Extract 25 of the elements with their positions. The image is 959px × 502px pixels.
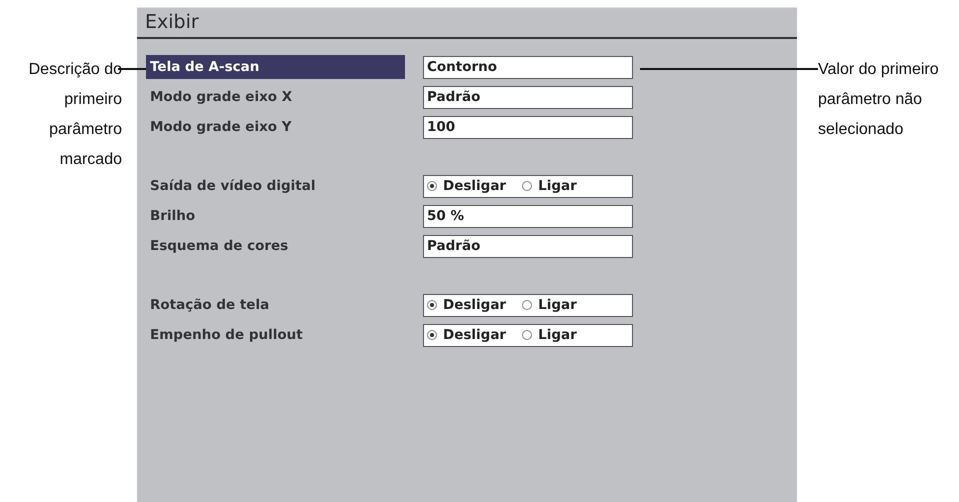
radio-label: Desligar xyxy=(443,326,506,344)
value-field[interactable]: Padrão xyxy=(423,86,633,108)
callout-text: Descrição do primeiro parâmetro marcado xyxy=(28,60,122,170)
parameter-label[interactable]: Empenho de pullout xyxy=(146,323,405,347)
parameter-label[interactable]: Brilho xyxy=(146,204,405,228)
value-field[interactable]: 50 % xyxy=(423,204,633,228)
value-field[interactable]: Contorno xyxy=(423,56,633,78)
parameter-label[interactable]: Saída de vídeo digital xyxy=(146,174,405,198)
value-field[interactable]: Padrão xyxy=(423,234,633,258)
radio-label: Desligar xyxy=(443,296,506,314)
parameter-label[interactable]: Modo grade eixo X xyxy=(146,85,405,109)
radio-field[interactable]: Desligar Ligar xyxy=(423,294,633,316)
radio-field[interactable]: Desligar Ligar xyxy=(423,324,633,346)
parameter-label[interactable]: Esquema de cores xyxy=(146,234,405,258)
value-field[interactable]: 100 xyxy=(423,116,633,138)
radio-label: Ligar xyxy=(538,176,577,196)
radio-label: Desligar xyxy=(443,176,506,196)
radio-field[interactable]: Desligar Ligar xyxy=(423,174,633,198)
parameter-label[interactable]: Modo grade eixo Y xyxy=(146,115,405,139)
callout-text: Valor do primeiro parâmetro não selecionado xyxy=(818,60,940,140)
window-title: Exibir xyxy=(137,8,797,39)
parameter-label[interactable]: Rotação de tela xyxy=(146,293,405,317)
parameter-label[interactable]: Tela de A-scan xyxy=(146,55,405,79)
radio-label: Ligar xyxy=(538,326,577,344)
radio-label: Ligar xyxy=(538,296,577,314)
